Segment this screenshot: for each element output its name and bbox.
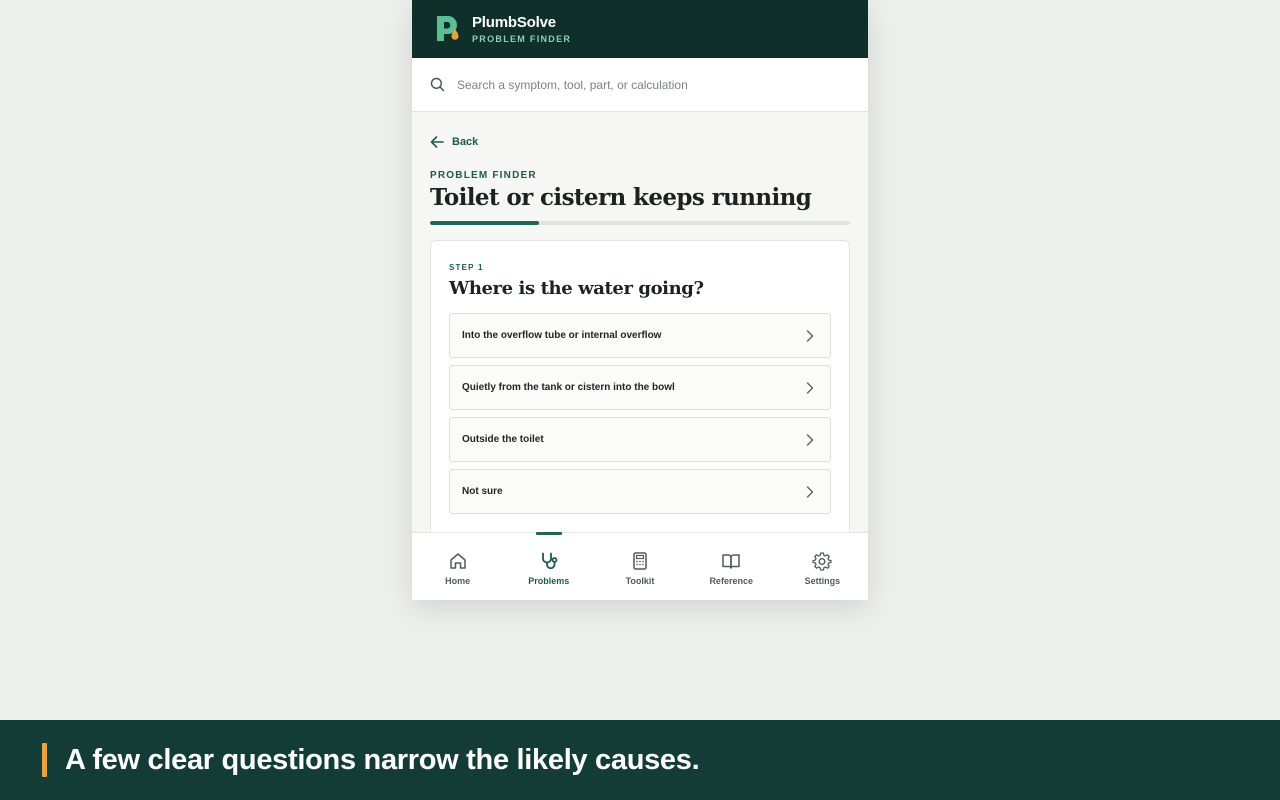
search-input[interactable] xyxy=(457,77,837,92)
nav-item-home[interactable]: Home xyxy=(412,533,503,600)
nav-label: Home xyxy=(445,576,471,586)
app-name: PlumbSolve xyxy=(472,14,556,31)
nav-label: Toolkit xyxy=(625,576,655,586)
bottom-nav: Home Problems Toolkit Reference Settings xyxy=(412,532,868,600)
progress-bar xyxy=(430,221,850,225)
nav-item-problems[interactable]: Problems xyxy=(503,532,594,600)
page-kicker: PROBLEM FINDER xyxy=(430,170,537,181)
option-label: Into the overflow tube or internal overf… xyxy=(462,330,662,341)
book-icon xyxy=(722,554,740,569)
progress-fill xyxy=(430,221,540,225)
answer-option-not-sure[interactable]: Not sure xyxy=(449,469,831,514)
answer-option-outside[interactable]: Outside the toilet xyxy=(449,417,831,462)
main-content: Back PROBLEM FINDER Toilet or cistern ke… xyxy=(412,112,868,560)
app-header: PlumbSolve PROBLEM FINDER xyxy=(412,0,868,58)
plumbsolve-logo-icon xyxy=(434,14,462,44)
search-bar xyxy=(412,58,868,112)
caption-text: A few clear questions narrow the likely … xyxy=(65,743,700,776)
option-label: Quietly from the tank or cistern into th… xyxy=(462,382,675,393)
caption-bar: A few clear questions narrow the likely … xyxy=(0,720,1280,800)
calculator-icon xyxy=(633,552,647,570)
brand: PlumbSolve PROBLEM FINDER xyxy=(472,14,571,44)
app-window: PlumbSolve PROBLEM FINDER Back PROBLEM F… xyxy=(412,0,868,600)
arrow-left-icon xyxy=(430,136,444,148)
nav-label: Reference xyxy=(709,576,753,586)
step-question: Where is the water going? xyxy=(449,278,704,299)
question-card: STEP 1 Where is the water going? Into th… xyxy=(430,240,850,560)
gear-icon xyxy=(812,552,833,571)
option-label: Not sure xyxy=(462,486,503,497)
option-label: Outside the toilet xyxy=(462,434,544,445)
caption-accent-bar xyxy=(42,743,47,777)
home-icon xyxy=(449,553,466,569)
chevron-right-icon xyxy=(806,485,814,498)
step-label: STEP 1 xyxy=(449,263,484,272)
answer-options: Into the overflow tube or internal overf… xyxy=(449,313,831,514)
chevron-right-icon xyxy=(806,381,814,394)
nav-item-settings[interactable]: Settings xyxy=(777,533,868,600)
answer-option-into-bowl[interactable]: Quietly from the tank or cistern into th… xyxy=(449,365,831,410)
back-label: Back xyxy=(452,136,479,148)
app-subtitle: PROBLEM FINDER xyxy=(472,34,572,44)
nav-label: Settings xyxy=(804,576,841,586)
answer-option-overflow[interactable]: Into the overflow tube or internal overf… xyxy=(449,313,831,358)
back-button[interactable]: Back xyxy=(430,136,490,148)
nav-label: Problems xyxy=(528,576,570,586)
search-icon xyxy=(430,77,445,92)
chevron-right-icon xyxy=(806,329,814,342)
page-title: Toilet or cistern keeps running xyxy=(430,184,812,211)
nav-item-reference[interactable]: Reference xyxy=(686,533,777,600)
nav-item-toolkit[interactable]: Toolkit xyxy=(594,533,685,600)
stethoscope-icon xyxy=(541,552,558,570)
chevron-right-icon xyxy=(806,433,814,446)
